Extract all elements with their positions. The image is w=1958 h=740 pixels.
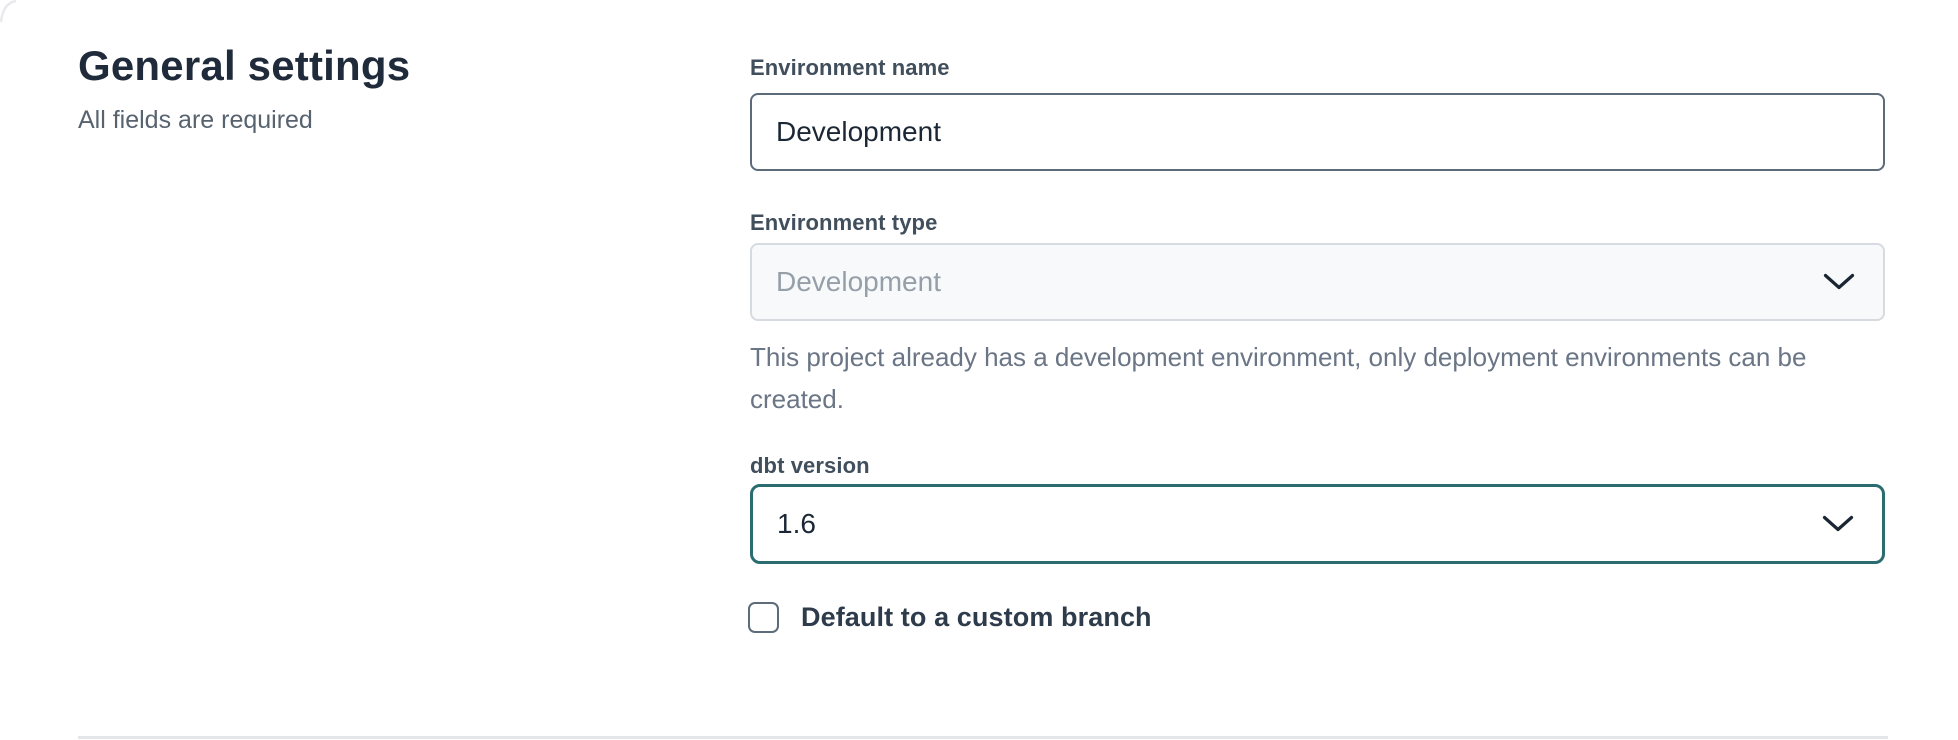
settings-header: General settings All fields are required — [78, 40, 638, 135]
custom-branch-checkbox[interactable] — [748, 602, 779, 633]
environment-name-input[interactable] — [750, 93, 1885, 171]
environment-type-label: Environment type — [750, 210, 937, 236]
custom-branch-label: Default to a custom branch — [801, 602, 1152, 633]
general-settings-form: Environment name Environment type Develo… — [750, 0, 1885, 740]
chevron-down-icon — [1823, 273, 1855, 291]
page-subtitle: All fields are required — [78, 106, 638, 135]
page-title: General settings — [78, 40, 638, 93]
custom-branch-option[interactable]: Default to a custom branch — [748, 602, 1152, 633]
environment-type-value: Development — [776, 266, 941, 298]
environment-type-select: Development — [750, 243, 1885, 321]
environment-name-label: Environment name — [750, 55, 950, 81]
chevron-down-icon — [1822, 515, 1854, 533]
section-divider — [78, 736, 1888, 739]
dbt-version-label: dbt version — [750, 453, 870, 479]
card-corner-artifact — [0, 0, 20, 24]
dbt-version-select[interactable]: 1.6 — [750, 484, 1885, 564]
dbt-version-value: 1.6 — [777, 508, 816, 540]
environment-type-helper: This project already has a development e… — [750, 336, 1885, 420]
